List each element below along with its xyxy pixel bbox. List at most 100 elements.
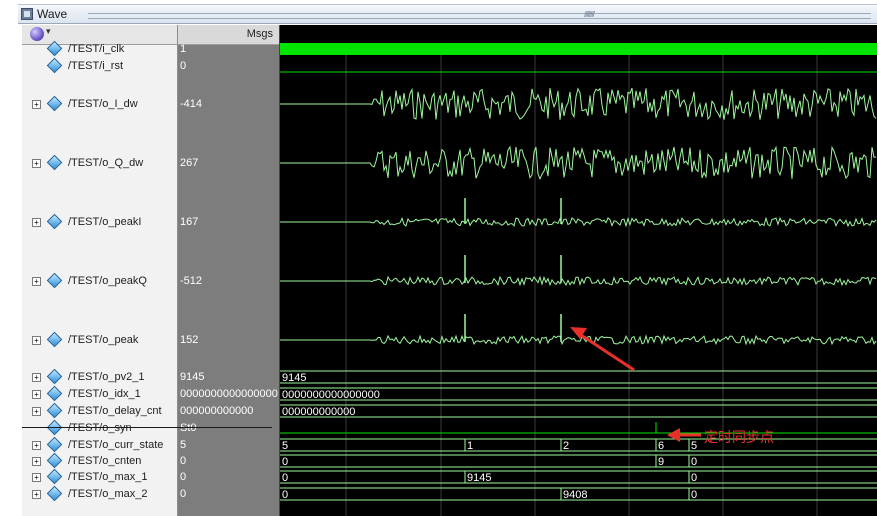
signal-name: /TEST/o_max_1	[68, 471, 148, 483]
signal-row[interactable]: + /TEST/o_curr_state	[22, 436, 177, 453]
bus-value-label: 0000000000000000	[282, 389, 380, 401]
signal-diamond-icon	[46, 385, 63, 402]
signal-row[interactable]: + /TEST/o_idx_1	[22, 385, 177, 402]
bus-value-label: 0	[691, 489, 697, 501]
signal-row[interactable]: + /TEST/o_peak	[22, 331, 177, 348]
bus-value-label: 5	[691, 440, 697, 452]
signal-value: 152	[180, 334, 199, 346]
signal-name: /TEST/o_delay_cnt	[68, 405, 162, 417]
left-edge	[0, 0, 18, 516]
selection-separator	[22, 427, 272, 428]
wave-window-icon	[21, 8, 33, 20]
signal-diamond-icon	[46, 436, 63, 453]
signal-value: 9145	[180, 371, 205, 383]
signal-value: -414	[180, 98, 203, 110]
signal-value: 167	[180, 216, 199, 228]
bus-value-label: 9408	[563, 489, 587, 501]
bus-value-label: 2	[563, 440, 569, 452]
signal-row[interactable]: + /TEST/o_max_1	[22, 468, 177, 485]
expand-icon[interactable]: +	[32, 277, 41, 286]
signal-diamond-icon	[46, 485, 63, 502]
signal-diamond-icon	[46, 95, 63, 112]
signal-value: 0	[180, 60, 187, 72]
signal-diamond-icon	[46, 452, 63, 469]
signal-value: St0	[180, 422, 197, 434]
signal-row[interactable]: /TEST/i_clk	[22, 40, 177, 57]
signal-value: 0	[180, 488, 187, 500]
expand-icon[interactable]: +	[32, 100, 41, 109]
expand-icon[interactable]: +	[32, 390, 41, 399]
bus-value-label: 0	[691, 472, 697, 484]
signal-row[interactable]: + /TEST/o_Q_dw	[22, 154, 177, 171]
drag-handle-icon[interactable]: ////////	[574, 10, 604, 20]
bus-value-label: 0	[691, 456, 697, 468]
signal-name: /TEST/o_curr_state	[68, 439, 164, 451]
dropdown-caret-icon[interactable]: ▾	[46, 26, 51, 37]
signal-row[interactable]: + /TEST/o_max_2	[22, 485, 177, 502]
signal-row[interactable]: + /TEST/o_peakQ	[22, 272, 177, 289]
signal-names-pane[interactable]: ▾ /TEST/i_clk/TEST/i_rst + /TEST/o_I_dw + /T…	[22, 25, 178, 516]
bus-value-label: 000000000000	[282, 406, 355, 418]
analog-wave	[280, 145, 876, 181]
signal-name: /TEST/i_clk	[68, 43, 125, 55]
expand-icon[interactable]: +	[32, 457, 41, 466]
waveform-canvas[interactable]: 914500000000000000000000000000005 1 2 6 50 9 0…	[280, 25, 877, 516]
signal-row[interactable]: /TEST/o_syn	[22, 419, 177, 436]
signal-value: -512	[180, 275, 203, 287]
expand-icon[interactable]: +	[32, 441, 41, 450]
bus-value-label: 9145	[467, 472, 491, 484]
signal-name: /TEST/o_cnten	[68, 455, 142, 467]
signal-diamond-icon	[46, 57, 63, 74]
analog-wave	[280, 275, 877, 287]
signal-name: /TEST/o_syn	[68, 422, 132, 434]
bus-value-label: 0	[282, 472, 288, 484]
annotation-label: 定时同步点	[704, 429, 774, 445]
bus-value-label: 9	[658, 456, 664, 468]
signal-row[interactable]: + /TEST/o_peakI	[22, 213, 177, 230]
signal-value: 1	[180, 43, 187, 55]
signal-diamond-icon	[46, 468, 63, 485]
signal-name: /TEST/i_rst	[68, 60, 124, 72]
signal-row[interactable]: + /TEST/o_I_dw	[22, 95, 177, 112]
signal-value: 0	[180, 471, 187, 483]
signal-name: /TEST/o_I_dw	[68, 98, 138, 110]
signal-diamond-icon	[46, 272, 63, 289]
signal-row[interactable]: + /TEST/o_delay_cnt	[22, 402, 177, 419]
expand-icon[interactable]: +	[32, 490, 41, 499]
signal-diamond-icon	[46, 213, 63, 230]
signal-name: /TEST/o_peakI	[68, 216, 142, 228]
expand-icon[interactable]: +	[32, 473, 41, 482]
signal-diamond-icon	[46, 368, 63, 385]
signal-name: /TEST/o_peak	[68, 334, 139, 346]
signal-value: 0	[180, 455, 187, 467]
clock-wave	[280, 43, 877, 55]
expand-icon[interactable]: +	[32, 336, 41, 345]
signal-diamond-icon	[46, 331, 63, 348]
titlebar-grip[interactable]	[88, 13, 871, 19]
signal-values-pane[interactable]: Msgs 1 0 -414 267 167 -512 152 9145 000000000000…	[178, 25, 280, 516]
signal-value: 000000000000	[180, 405, 254, 417]
wave-window-titlebar[interactable]: Wave ////////	[18, 4, 877, 24]
expand-icon[interactable]: +	[32, 218, 41, 227]
annotation-arrowhead	[667, 428, 680, 442]
wave-toolbar-icon[interactable]	[30, 27, 44, 41]
bus-value-label: 5	[282, 440, 288, 452]
bus-value-label: 0	[282, 456, 288, 468]
signal-value: 267	[180, 157, 199, 169]
signal-row[interactable]: + /TEST/o_cnten	[22, 452, 177, 469]
signal-name: /TEST/o_pv2_1	[68, 371, 145, 383]
analog-wave	[280, 87, 877, 121]
analog-wave	[280, 334, 877, 346]
signal-name: /TEST/o_idx_1	[68, 388, 141, 400]
expand-icon[interactable]: +	[32, 407, 41, 416]
window-title: Wave	[37, 7, 68, 21]
msgs-label: Msgs	[246, 28, 273, 40]
bus-value-label: 9145	[282, 372, 306, 384]
signal-row[interactable]: /TEST/i_rst	[22, 57, 177, 74]
expand-icon[interactable]: +	[32, 373, 41, 382]
signal-diamond-icon	[46, 40, 63, 57]
expand-icon[interactable]: +	[32, 159, 41, 168]
signal-name: /TEST/o_peakQ	[68, 275, 147, 287]
signal-row[interactable]: + /TEST/o_pv2_1	[22, 368, 177, 385]
signal-name: /TEST/o_Q_dw	[68, 157, 144, 169]
